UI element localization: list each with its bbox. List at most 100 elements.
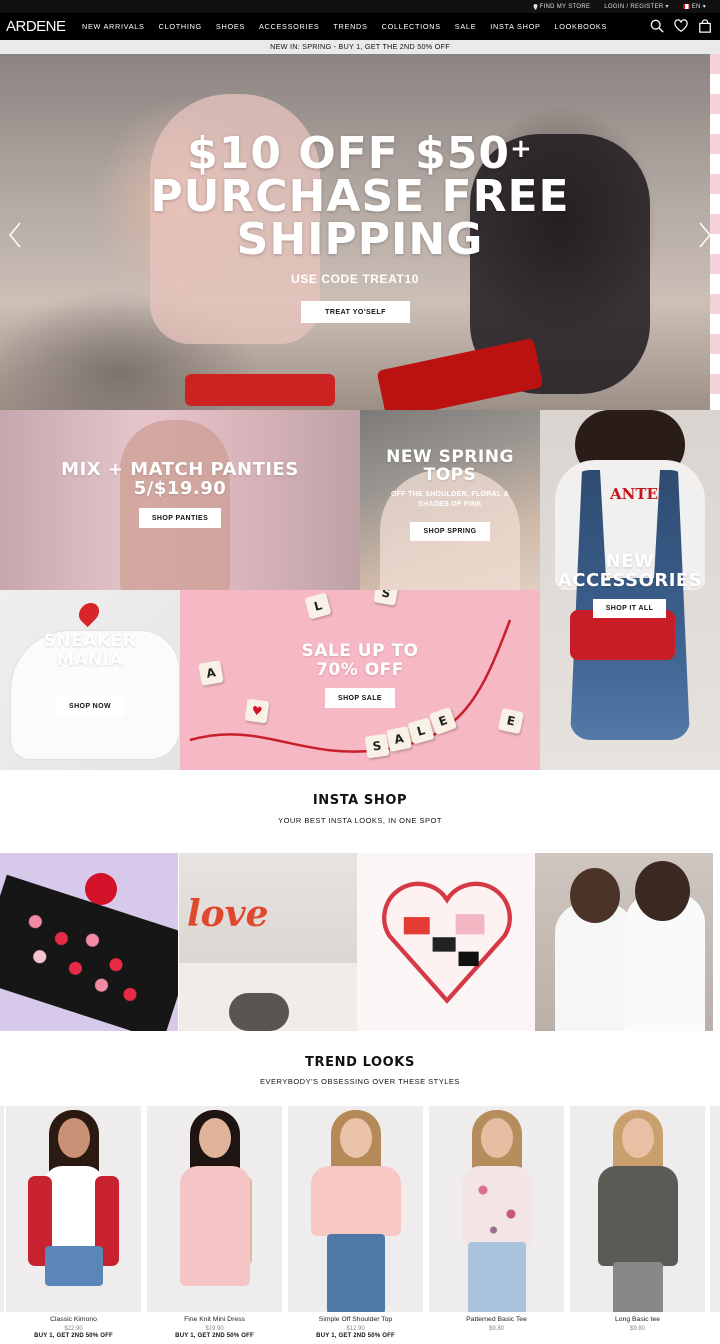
- model-top: [461, 1166, 532, 1246]
- product-name[interactable]: Fine Knit Mini Dress: [147, 1316, 282, 1323]
- nav-link-insta-shop[interactable]: INSTA SHOP: [490, 22, 540, 31]
- language-label: EN: [691, 3, 701, 10]
- heart-outline-icon: [382, 881, 512, 1004]
- account-link[interactable]: LOGIN / REGISTER ▾: [604, 3, 668, 11]
- model-leggings: [612, 1262, 663, 1312]
- shoe-tag: [74, 598, 104, 628]
- nav-link-lookbooks[interactable]: LOOKBOOKS: [555, 22, 608, 31]
- language-selector[interactable]: EN ▾: [682, 3, 706, 10]
- insta-shop-subtitle: YOUR BEST INSTA LOOKS, IN ONE SPOT: [278, 816, 442, 825]
- product-price: $9.80: [629, 1326, 645, 1332]
- model-head: [480, 1118, 513, 1158]
- heart-icon[interactable]: [674, 19, 688, 33]
- model-jeans: [467, 1242, 526, 1312]
- product-price: $22.90: [64, 1326, 83, 1332]
- nav-link-trends[interactable]: TRENDS: [333, 22, 367, 31]
- product-card-image[interactable]: [147, 1106, 282, 1312]
- hero-line-2: PURCHASE FREE: [150, 171, 570, 222]
- letter-cube: A: [385, 725, 413, 753]
- insta-post[interactable]: [357, 853, 535, 1031]
- shop-it-all-button[interactable]: SHOP IT ALL: [593, 599, 666, 618]
- tile-subtitle: TAKE A STEP: [65, 675, 115, 682]
- logo[interactable]: ARDENE: [6, 18, 76, 35]
- product-name[interactable]: Patterned Basic Tee: [429, 1316, 564, 1323]
- model-head: [621, 1118, 654, 1158]
- product-card-image[interactable]: [570, 1106, 705, 1312]
- product-card-image[interactable]: [6, 1106, 141, 1312]
- red-string-decor: [189, 619, 512, 753]
- tile-model: [120, 420, 230, 590]
- tile-sale[interactable]: L S A E S A L E ♥ SALE UP TO 70% OFF SHO…: [180, 590, 540, 770]
- product-card-image[interactable]: [429, 1106, 564, 1312]
- product-name[interactable]: Long Basic tee: [570, 1316, 705, 1323]
- trend-looks-title: TREND LOOKS: [305, 1055, 415, 1070]
- search-icon[interactable]: [650, 19, 664, 33]
- product-name[interactable]: Simple Off Shoulder Top: [288, 1316, 423, 1323]
- product-promo: BUY 1, GET 2ND 50% OFF: [316, 1333, 395, 1339]
- gift-box: [185, 374, 335, 406]
- carousel-edge: [0, 1106, 4, 1312]
- product-price: $19.90: [205, 1326, 224, 1332]
- hero-cta-button[interactable]: TREAT YO'SELF: [301, 301, 410, 323]
- gift-box-lid: [376, 337, 544, 410]
- tile-title: SALE UP TO 70% OFF: [301, 641, 419, 680]
- product-price: $9.80: [488, 1326, 504, 1332]
- nav-links: NEW ARRIVALS CLOTHING SHOES ACCESSORIES …: [82, 22, 621, 31]
- hero-promo-code: USE CODE TREAT10: [290, 272, 420, 286]
- model-head: [339, 1118, 372, 1158]
- product-price: $12.90: [346, 1326, 365, 1332]
- heart-cube-icon: ♥: [244, 698, 270, 724]
- tile-accessories[interactable]: ANTER NEW ACCESSORIES SHOP IT ALL: [540, 410, 720, 770]
- insta-post[interactable]: [535, 853, 713, 1031]
- trend-looks-subtitle: EVERYBODY'S OBSESSING OVER THESE STYLES: [260, 1077, 460, 1086]
- nav-link-shoes[interactable]: SHOES: [216, 22, 245, 31]
- tile-panties[interactable]: MIX + MATCH PANTIES 5/$19.90 SHOP PANTIE…: [0, 410, 360, 590]
- utility-bar: FIND MY STORE LOGIN / REGISTER ▾ EN ▾: [0, 0, 720, 13]
- hero-banner[interactable]: $10 OFF $50+ PURCHASE FREE SHIPPING USE …: [0, 54, 720, 410]
- nav-link-sale[interactable]: SALE: [455, 22, 476, 31]
- shop-spring-button[interactable]: SHOP SPRING: [410, 522, 490, 541]
- insta-post[interactable]: love: [179, 853, 357, 1031]
- hero-headline: $10 OFF $50+ PURCHASE FREE SHIPPING: [0, 128, 720, 265]
- model-right-head: [635, 861, 690, 921]
- carousel-edge: [710, 1106, 720, 1312]
- product-card-image[interactable]: [288, 1106, 423, 1312]
- dog-image: [229, 993, 289, 1031]
- product-promo: BUY 1, GET 2ND 50% OFF: [175, 1333, 254, 1339]
- tile-title: NEW SPRING TOPS: [386, 447, 514, 485]
- nav-link-accessories[interactable]: ACCESSORIES: [259, 22, 319, 31]
- location-pin-icon: [533, 3, 538, 10]
- tile-sneakers[interactable]: SNEAKER MANIA TAKE A STEP SHOP NOW: [0, 590, 180, 770]
- model-head: [57, 1118, 90, 1158]
- tile-spring[interactable]: NEW SPRING TOPS OFF THE SHOULDER, FLORAL…: [360, 410, 540, 590]
- model-top: [310, 1166, 401, 1236]
- shop-panties-button[interactable]: SHOP PANTIES: [139, 508, 221, 528]
- account-label: LOGIN / REGISTER: [604, 3, 664, 10]
- shop-now-button[interactable]: SHOP NOW: [56, 696, 124, 716]
- tile-subtitle: OFF THE SHOULDER, FLORAL & SHADES OF PIN…: [390, 491, 510, 508]
- shop-sale-button[interactable]: SHOP SALE: [325, 688, 395, 708]
- nav-link-collections[interactable]: COLLECTIONS: [382, 22, 441, 31]
- tile-title: MIX + MATCH PANTIES 5/$19.90: [61, 459, 299, 499]
- model-bottom: [44, 1246, 103, 1286]
- promo-bar[interactable]: NEW IN: SPRING - BUY 1, GET THE 2ND 50% …: [0, 40, 720, 54]
- main-nav: ARDENE NEW ARRIVALS CLOTHING SHOES ACCES…: [0, 13, 720, 40]
- hero-line-3: SHIPPING: [236, 214, 484, 265]
- nav-link-new-arrivals[interactable]: NEW ARRIVALS: [82, 22, 145, 31]
- letter-cube: E: [497, 707, 525, 735]
- canada-flag-icon: [682, 4, 690, 9]
- model-jeans: [326, 1234, 385, 1312]
- product-promo: BUY 1, GET 2ND 50% OFF: [34, 1333, 113, 1339]
- chevron-left-icon[interactable]: [8, 222, 22, 248]
- nav-link-clothing[interactable]: CLOTHING: [159, 22, 202, 31]
- product-name[interactable]: Classic Kimono: [6, 1316, 141, 1323]
- find-store-link[interactable]: FIND MY STORE: [533, 3, 591, 10]
- hero-line-1: $10 OFF $50+: [187, 128, 533, 179]
- insta-post[interactable]: [0, 853, 178, 1031]
- chevron-right-icon[interactable]: [698, 222, 712, 248]
- model-top: [597, 1166, 678, 1266]
- insta-shop-title: INSTA SHOP: [312, 793, 408, 808]
- shopping-bag-icon[interactable]: [698, 19, 712, 33]
- love-balloon: love: [187, 893, 269, 935]
- nav-icons: [650, 19, 712, 33]
